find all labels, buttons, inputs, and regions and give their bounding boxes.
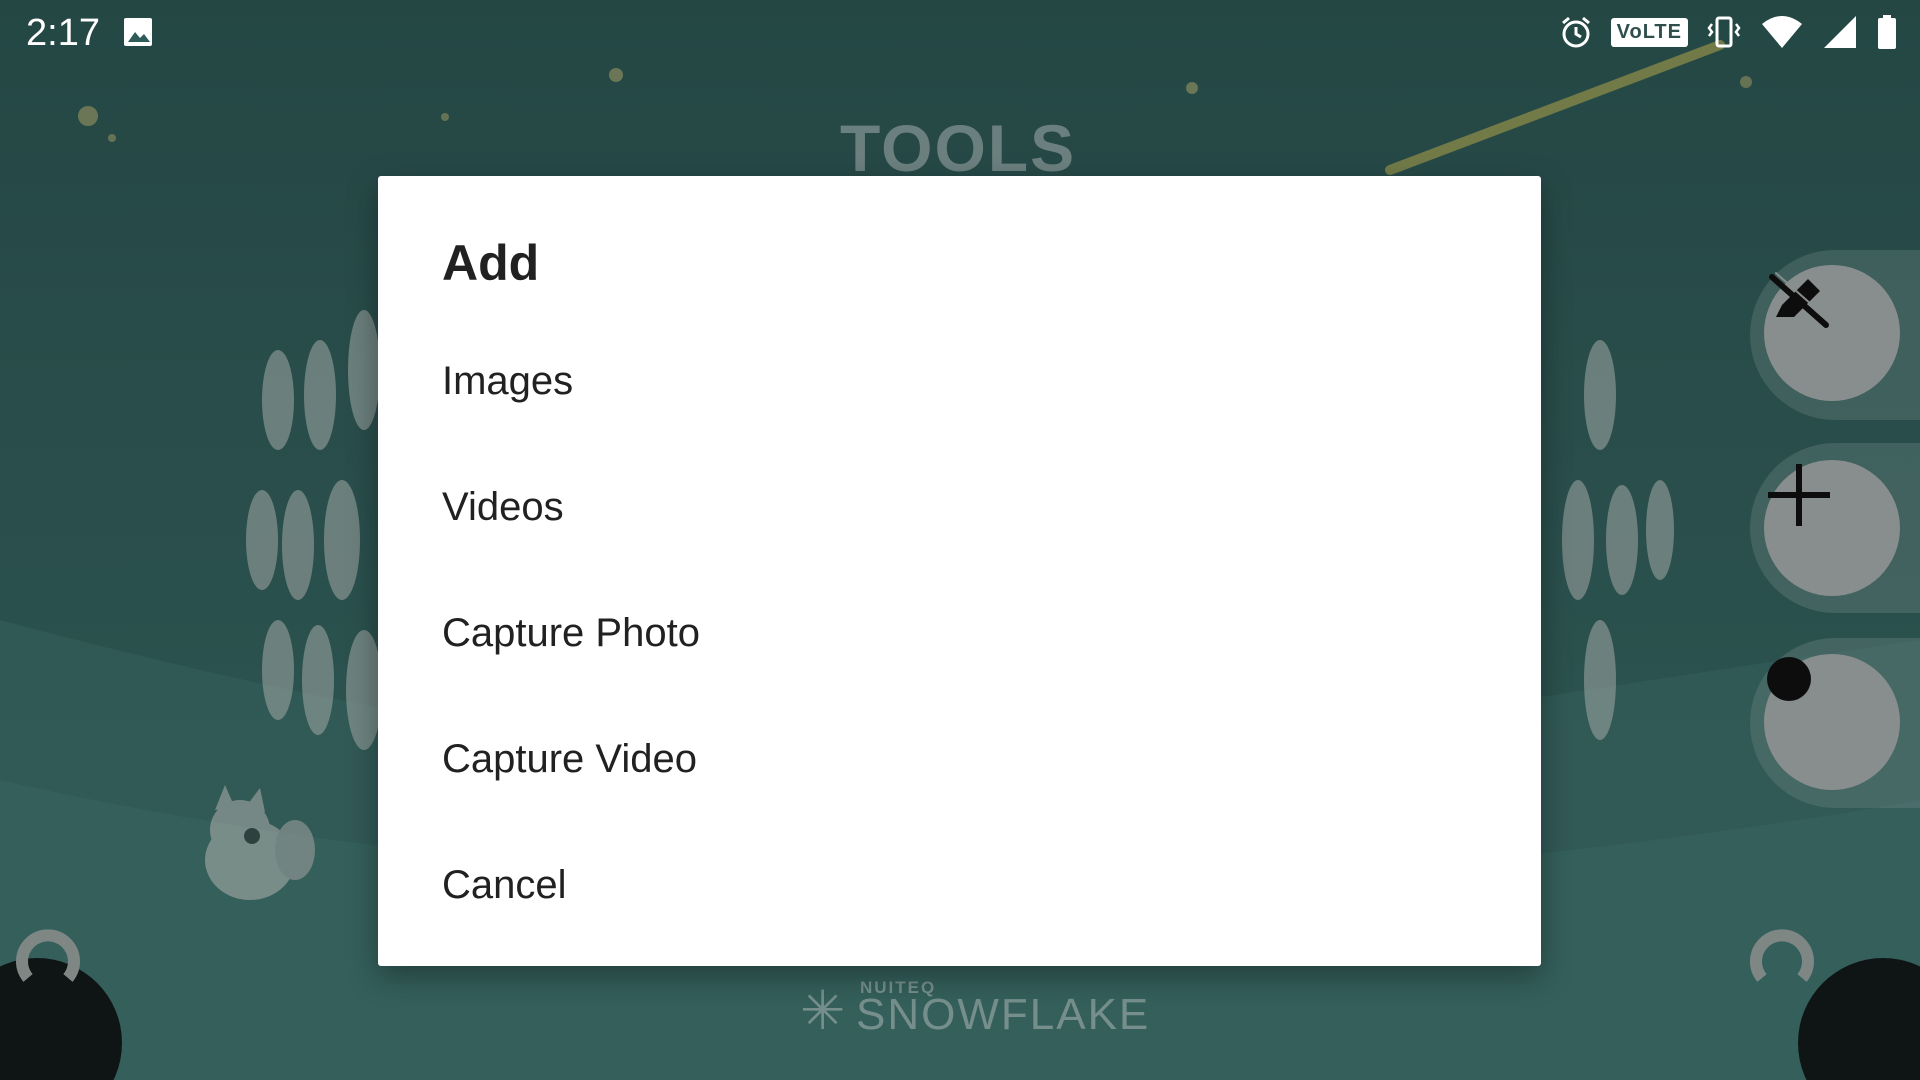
- volte-badge: VoLTE: [1610, 17, 1688, 47]
- image-icon: [124, 18, 152, 46]
- dialog-title: Add: [442, 235, 540, 291]
- cell-signal-icon: [1824, 16, 1856, 48]
- status-icons: VoLTE: [1559, 12, 1898, 52]
- menu-item-label: Images: [442, 358, 574, 403]
- add-dialog: Add Images Videos Capture Photo Capture Vid…: [378, 176, 1541, 966]
- status-time: 2:17: [26, 12, 100, 54]
- vibrate-icon: [1707, 16, 1741, 48]
- menu-item-images[interactable]: Images: [378, 318, 1541, 444]
- menu-item-videos[interactable]: Videos: [378, 444, 1541, 570]
- menu-item-label: Cancel: [442, 862, 567, 907]
- wifi-icon: [1762, 16, 1802, 48]
- menu-item-capture-video[interactable]: Capture Video: [378, 696, 1541, 822]
- battery-icon: [1878, 15, 1896, 49]
- menu-item-capture-photo[interactable]: Capture Photo: [378, 570, 1541, 696]
- menu-item-cancel[interactable]: Cancel: [378, 822, 1541, 948]
- alarm-icon: [1561, 16, 1590, 48]
- menu-item-label: Capture Video: [442, 736, 697, 781]
- menu-item-label: Capture Photo: [442, 610, 700, 655]
- menu-item-label: Videos: [442, 484, 564, 529]
- status-bar: 2:17 VoLTE: [0, 0, 1920, 64]
